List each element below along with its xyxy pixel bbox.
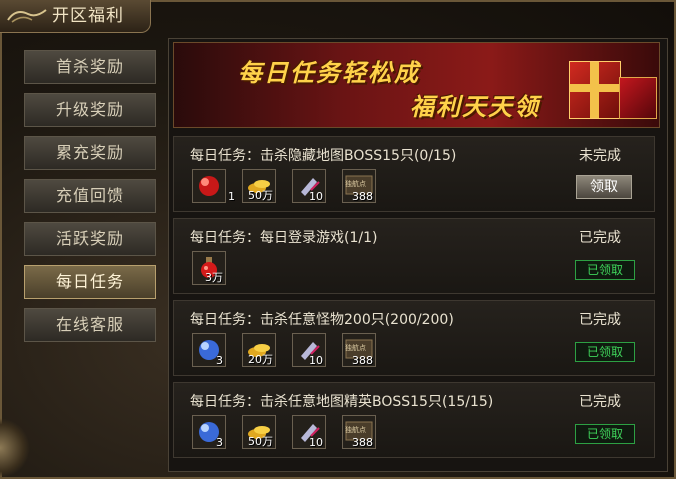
sidebar-item-level-up[interactable]: 升级奖励 — [24, 93, 156, 127]
blue-orb-icon[interactable]: 3 — [192, 333, 226, 367]
reward-count: 10 — [309, 354, 323, 367]
token-card-icon[interactable]: 独航点 388 — [342, 333, 376, 367]
task-title: 每日任务：每日登录游戏(1/1) — [190, 230, 378, 246]
reward-count: 10 — [309, 436, 323, 449]
red-orb-icon[interactable]: 1 — [192, 169, 235, 203]
sidebar-item-recharge-feedback[interactable]: 充值回馈 — [24, 179, 156, 213]
sidebar-item-cumulative-recharge[interactable]: 累充奖励 — [24, 136, 156, 170]
scroll-icon[interactable]: 10 — [292, 333, 326, 367]
task-row: 每日任务：击杀隐藏地图BOSS15只(0/15) 未完成 1 50万 10 独航… — [173, 136, 655, 212]
reward-count: 50万 — [248, 189, 273, 202]
token-card-icon[interactable]: 独航点 388 — [342, 415, 376, 449]
claimed-badge: 已领取 — [575, 342, 635, 362]
token-card-label: 独航点 — [345, 426, 366, 434]
sidebar-item-daily-tasks[interactable]: 每日任务 — [24, 265, 156, 299]
red-potion-icon[interactable]: 3万 — [192, 251, 226, 285]
frame-ornament — [0, 418, 30, 478]
sidebar-item-activity[interactable]: 活跃奖励 — [24, 222, 156, 256]
sidebar-item-first-kill[interactable]: 首杀奖励 — [24, 50, 156, 84]
reward-count: 3万 — [205, 271, 223, 284]
sidebar-item-customer-service[interactable]: 在线客服 — [24, 308, 156, 342]
task-status: 未完成 — [579, 148, 621, 164]
reward-count: 20万 — [248, 353, 273, 366]
task-title: 每日任务：击杀隐藏地图BOSS15只(0/15) — [190, 148, 457, 164]
scroll-icon[interactable]: 10 — [292, 415, 326, 449]
reward-count: 388 — [352, 190, 373, 203]
task-status: 已完成 — [579, 230, 621, 246]
task-status: 已完成 — [579, 312, 621, 328]
banner-headline: 每日任务轻松成 — [238, 59, 420, 87]
gift-box-icon — [569, 61, 621, 119]
sidebar: 首杀奖励 升级奖励 累充奖励 充值回馈 活跃奖励 每日任务 在线客服 — [24, 50, 158, 351]
token-card-label: 独航点 — [345, 180, 366, 188]
banner-subheadline: 福利天天领 — [410, 93, 540, 121]
reward-count: 3 — [216, 354, 223, 367]
reward-count: 388 — [352, 436, 373, 449]
claimed-badge: 已领取 — [575, 424, 635, 444]
task-row: 每日任务：击杀任意怪物200只(200/200) 已完成 3 20万 10 独航… — [173, 300, 655, 376]
claim-button[interactable]: 领取 — [576, 175, 632, 199]
gold-ingot-icon[interactable]: 20万 — [242, 333, 276, 367]
gold-ingot-icon[interactable]: 50万 — [242, 169, 276, 203]
task-status: 已完成 — [579, 394, 621, 410]
task-title: 每日任务：击杀任意怪物200只(200/200) — [190, 312, 454, 328]
window-titlebar: 开区福利 — [0, 0, 151, 33]
reward-count: 3 — [216, 436, 223, 449]
token-card-icon[interactable]: 独航点 388 — [342, 169, 376, 203]
reward-count: 10 — [309, 190, 323, 203]
gold-ingot-icon[interactable]: 50万 — [242, 415, 276, 449]
reward-count: 388 — [352, 354, 373, 367]
gift-box-small-icon — [619, 77, 657, 119]
daily-task-banner: 每日任务轻松成 福利天天领 — [173, 42, 660, 128]
dragon-emblem-icon — [6, 6, 50, 26]
reward-count: 50万 — [248, 435, 273, 448]
token-card-label: 独航点 — [345, 344, 366, 352]
blue-orb-icon[interactable]: 3 — [192, 415, 226, 449]
reward-count: 1 — [228, 190, 235, 203]
task-row: 每日任务：击杀任意地图精英BOSS15只(15/15) 已完成 3 50万 10… — [173, 382, 655, 458]
claimed-badge: 已领取 — [575, 260, 635, 280]
window-title: 开区福利 — [52, 6, 124, 26]
task-row: 每日任务：每日登录游戏(1/1) 已完成 3万 已领取 — [173, 218, 655, 294]
scroll-icon[interactable]: 10 — [292, 169, 326, 203]
task-title: 每日任务：击杀任意地图精英BOSS15只(15/15) — [190, 394, 494, 410]
